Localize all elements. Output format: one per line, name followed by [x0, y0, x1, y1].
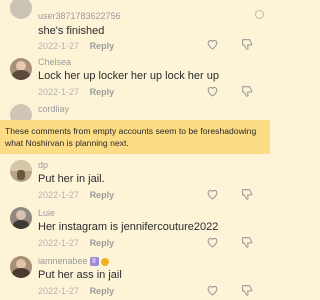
avatar[interactable] [10, 256, 32, 278]
thumbs-down-icon[interactable] [241, 38, 254, 50]
comment-meta: 2022-1-27 Reply [38, 286, 114, 296]
comment-username-text[interactable]: iamnenabee [38, 256, 88, 266]
comment-text: Her instagram is jennifercouture2022 [38, 221, 219, 233]
sun-emoji-icon [100, 257, 109, 266]
comment-text: Put her in jail. [38, 173, 105, 185]
reply-button[interactable]: Reply [90, 41, 115, 51]
comment-username[interactable]: cordliay [38, 104, 69, 114]
avatar[interactable] [10, 58, 32, 80]
comment-text: Put her ass in jail [38, 269, 122, 281]
reply-button[interactable]: Reply [90, 238, 115, 248]
comment-username[interactable]: user3871783622756 [38, 11, 121, 21]
scroll-indicator-icon[interactable] [255, 10, 264, 19]
comment-date: 2022-1-27 [38, 190, 80, 200]
reply-button[interactable]: Reply [90, 87, 115, 97]
comment-date: 2022-1-27 [38, 286, 80, 296]
heart-icon[interactable] [206, 236, 219, 248]
comment-date: 2022-1-27 [38, 238, 80, 248]
comment-meta: 2022-1-27 Reply [38, 238, 114, 248]
comment-meta: 2022-1-27 Reply [38, 41, 114, 51]
thumbs-down-icon[interactable] [241, 188, 254, 200]
thumbs-down-icon[interactable] [241, 284, 254, 296]
comment-username[interactable]: Chelsea [38, 57, 71, 67]
comment-date: 2022-1-27 [38, 87, 80, 97]
thumbs-down-icon[interactable] [241, 85, 254, 97]
comment-username: iamnenabee II [38, 256, 109, 267]
avatar[interactable] [10, 0, 32, 19]
heart-icon[interactable] [206, 85, 219, 97]
comment-text: Lock her up locker her up lock her up [38, 70, 219, 82]
comment-meta: 2022-1-27 Reply [38, 190, 114, 200]
comment-date: 2022-1-27 [38, 41, 80, 51]
heart-icon[interactable] [206, 284, 219, 296]
comment-meta: 2022-1-27 Reply [38, 87, 114, 97]
thumbs-down-icon[interactable] [241, 236, 254, 248]
reply-button[interactable]: Reply [90, 190, 115, 200]
avatar[interactable] [10, 207, 32, 229]
reply-button[interactable]: Reply [90, 286, 115, 296]
comment-username[interactable]: Luie [38, 208, 55, 218]
comment-text: she's finished [38, 25, 105, 37]
annotation-banner: These comments from empty accounts seem … [0, 120, 270, 154]
comment-username[interactable]: dp [38, 160, 48, 170]
heart-icon[interactable] [206, 188, 219, 200]
avatar[interactable] [10, 160, 32, 182]
heart-icon[interactable] [206, 38, 219, 50]
badge-icon: II [89, 257, 99, 267]
